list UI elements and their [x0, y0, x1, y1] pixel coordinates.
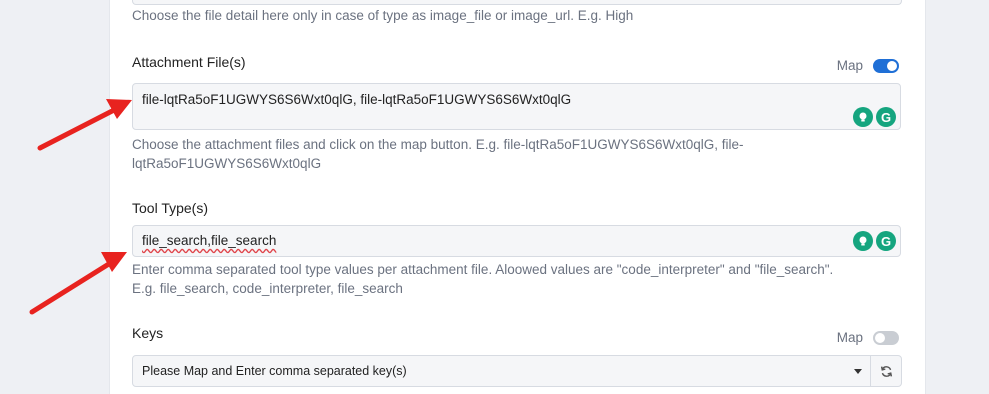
grammarly-widget[interactable]: G [853, 107, 896, 127]
attachment-files-input[interactable]: file-lqtRa5oF1UGWYS6S6Wxt0qlG, file-lqtR… [132, 83, 901, 130]
tool-types-input[interactable]: file_search,file_search G [132, 225, 901, 257]
lightbulb-icon[interactable] [853, 231, 873, 251]
form-panel: Choose the file detail here only in case… [110, 0, 925, 394]
grammarly-widget[interactable]: G [853, 231, 896, 251]
file-detail-help: Choose the file detail here only in case… [132, 8, 634, 23]
attachment-map-label: Map [836, 58, 863, 73]
keys-refresh-button[interactable] [870, 355, 902, 387]
attachment-help-line2: lqtRa5oF1UGWYS6S6Wxt0qlG [132, 156, 322, 171]
attachment-help: Choose the attachment files and click on… [132, 135, 744, 173]
grammarly-icon[interactable]: G [876, 107, 896, 127]
grammarly-icon[interactable]: G [876, 231, 896, 251]
caret-down-icon [854, 369, 862, 374]
previous-field[interactable] [132, 0, 902, 5]
tool-types-label: Tool Type(s) [132, 200, 208, 216]
refresh-icon [880, 365, 892, 377]
attachment-files-value: file-lqtRa5oF1UGWYS6S6Wxt0qlG, file-lqtR… [142, 92, 572, 107]
toggle-knob [887, 60, 897, 71]
tool-types-help-line2: E.g. file_search, code_interpreter, file… [132, 281, 403, 296]
tool-types-help: Enter comma separated tool type values p… [132, 260, 833, 298]
keys-label: Keys [132, 325, 164, 341]
attachment-files-label: Attachment File(s) [132, 54, 246, 70]
tool-types-value: file_search,file_search [142, 233, 277, 248]
attachment-help-line1: Choose the attachment files and click on… [132, 137, 744, 152]
toggle-knob [875, 332, 885, 343]
lightbulb-icon[interactable] [853, 107, 873, 127]
keys-select-value: Please Map and Enter comma separated key… [142, 364, 407, 378]
tool-types-help-line1: Enter comma separated tool type values p… [132, 262, 834, 277]
attachment-map-toggle[interactable] [873, 58, 899, 73]
keys-map-control: Map [837, 330, 899, 345]
keys-map-toggle[interactable] [873, 330, 899, 345]
keys-map-label: Map [836, 330, 863, 345]
keys-select[interactable]: Please Map and Enter comma separated key… [132, 355, 871, 387]
attachment-map-control: Map [837, 58, 899, 73]
